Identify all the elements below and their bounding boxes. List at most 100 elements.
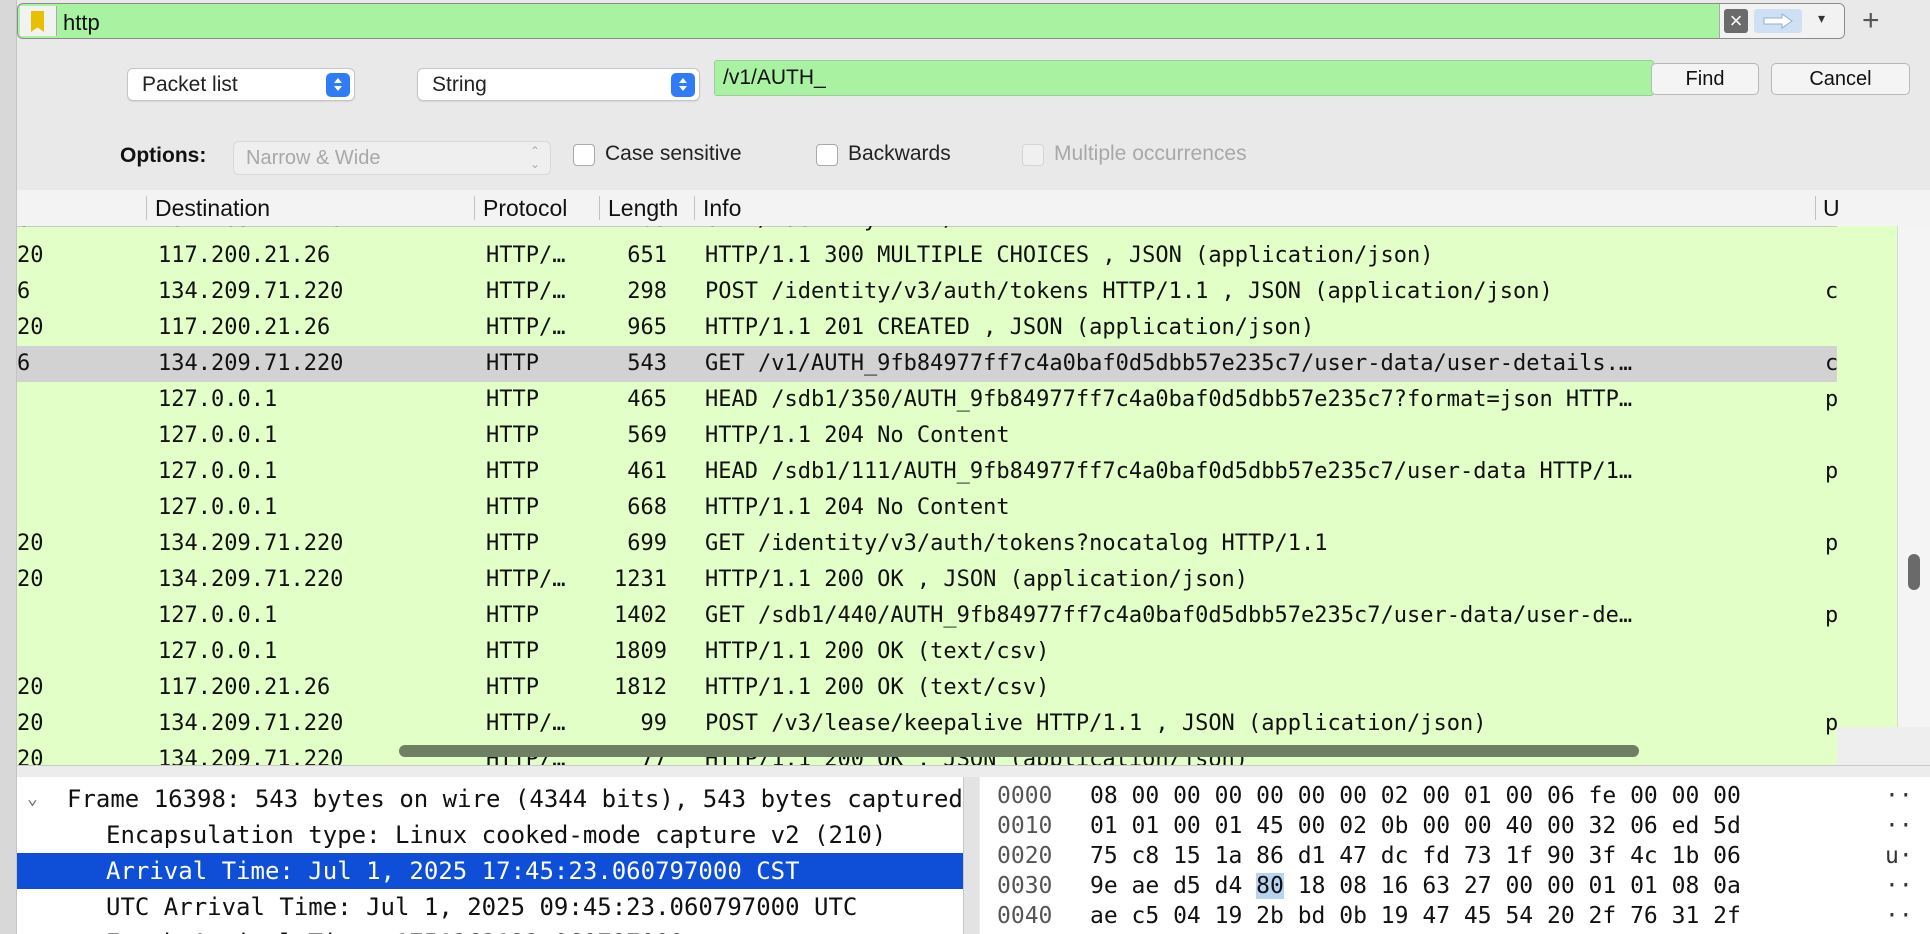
detail-row-arrival-time[interactable]: Arrival Time: Jul 1, 2025 17:45:23.06079… [17,853,963,889]
column-separator[interactable] [474,196,475,220]
hex-bytes[interactable]: 01 01 00 01 45 00 02 0b 00 00 40 00 32 0… [1090,811,1741,841]
detail-row-text: UTC Arrival Time: Jul 1, 2025 09:45:23.0… [106,893,858,921]
detail-row-text: Arrival Time: Jul 1, 2025 17:45:23.06079… [106,857,800,885]
find-packet-bar: Packet list String /v1/AUTH_ Find Cancel… [17,44,1930,194]
hex-bytes[interactable]: ae c5 04 19 2b bd 0b 19 47 45 54 20 2f 7… [1090,901,1741,931]
cell-protocol: HTTP [486,531,539,556]
hex-group: 9e ae d5 d4 [1090,873,1257,899]
pane-splitter[interactable] [964,777,979,934]
packet-row[interactable]: 127.0.0.1 HTTP 461 HEAD /sdb1/111/AUTH_9fb8… [17,454,1837,490]
case-sensitive-label[interactable]: Case sensitive [605,142,742,166]
bytes-row: 0000 08 00 00 00 00 00 00 02 00 01 00 06… [980,781,1930,811]
column-header-protocol[interactable]: Protocol [483,195,567,222]
multiple-occurrences-label: Multiple occurrences [1054,142,1247,165]
cell-protocol: HTTP [486,459,539,484]
cell-destination: 117.200.21.26 [158,675,331,700]
cell-length: 1402 [614,603,667,628]
cell-u: p [1825,711,1837,736]
packet-row[interactable]: 6 134.209.71.220 HTTP/… 298 POST /identity/v… [17,274,1837,310]
find-button[interactable]: Find [1651,63,1759,95]
detail-row-frame[interactable]: ⌄ Frame 16398: 543 bytes on wire (4344 b… [17,781,963,817]
packet-row-partial[interactable]: 6 134.209.71.220 HTTP 283 GET /identity … [17,226,1837,238]
ascii-bytes[interactable]: ·· [1885,901,1913,931]
search-input[interactable]: /v1/AUTH_ [714,60,1654,96]
vertical-scrollbar[interactable] [1897,226,1930,765]
packet-row[interactable]: 20 117.200.21.26 HTTP/… 965 HTTP/1.1 201 CRE… [17,310,1837,346]
column-separator[interactable] [1815,196,1816,220]
packet-row[interactable]: 127.0.0.1 HTTP 668 HTTP/1.1 204 No Content [17,490,1837,526]
cell-protocol: HTTP [486,675,539,700]
packet-row[interactable]: 20 134.209.71.220 HTTP/… 99 POST /v3/lease/k… [17,706,1837,742]
packet-row[interactable]: 20 134.209.71.220 HTTP/… 1231 HTTP/1.1 200 O… [17,562,1837,598]
column-header-u[interactable]: U [1823,195,1840,222]
hex-bytes[interactable]: 75 c8 15 1a 86 d1 47 dc fd 73 1f 90 3f 4… [1090,841,1741,871]
cell-info: GET /identity HTTP/1.1 [705,226,1815,238]
packet-bytes-pane[interactable]: 0000 08 00 00 00 00 00 00 02 00 01 00 06… [980,777,1930,934]
column-header-destination[interactable]: Destination [155,195,270,222]
packet-row[interactable]: 127.0.0.1 HTTP 1402 GET /sdb1/440/AUTH_9fb8… [17,598,1837,634]
hex-group: 63 27 00 00 01 01 08 0a [1422,873,1741,899]
hex-group: 75 c8 15 1a 86 d1 47 dc [1090,843,1409,869]
packet-list[interactable]: Destination Protocol Length Info U 6 134… [17,190,1930,765]
cell-length: 543 [627,351,667,376]
packet-row[interactable]: 20 117.200.21.26 HTTP 1812 HTTP/1.1 200 OK (… [17,670,1837,706]
packet-row[interactable]: 127.0.0.1 HTTP 1809 HTTP/1.1 200 OK (text/c… [17,634,1837,670]
case-sensitive-checkbox[interactable] [573,144,595,166]
column-separator[interactable] [146,196,147,220]
hex-group: 01 01 00 01 45 00 02 0b [1090,813,1409,839]
search-in-select[interactable]: Packet list [127,68,355,101]
display-filter-bar[interactable]: http × ▾ [17,3,1845,39]
cell-destination: 134.209.71.220 [158,351,344,376]
ascii-bytes[interactable]: ·· [1885,871,1913,901]
cell-info: GET /sdb1/440/AUTH_9fb84977ff7c4a0baf0d5… [705,603,1633,628]
packet-row[interactable]: 6 134.209.71.220 HTTP 543 GET /v1/AUTH_9fb84… [17,346,1837,382]
cell-destination: 127.0.0.1 [158,495,278,520]
filter-history-dropdown[interactable]: ▾ [1818,10,1825,27]
ascii-bytes[interactable]: u· [1885,841,1913,871]
vertical-scrollbar-thumb[interactable] [1908,554,1920,590]
filter-actions: × ▾ [1719,4,1844,38]
ascii-bytes[interactable]: ·· [1885,781,1913,811]
add-filter-button[interactable]: + [1862,3,1880,39]
chevron-down-icon[interactable]: ⌄ [27,781,38,817]
cell-no: 20 [17,711,44,736]
backwards-label[interactable]: Backwards [848,142,951,166]
cell-length: 298 [627,279,667,304]
packet-row[interactable]: 127.0.0.1 HTTP 569 HTTP/1.1 204 No Content [17,418,1837,454]
cell-destination: 134.209.71.220 [158,711,344,736]
column-header-info[interactable]: Info [703,195,741,222]
packet-row[interactable]: 20 134.209.71.220 HTTP 699 GET /identity/v3/… [17,526,1837,562]
hex-group: 00 00 40 00 32 06 ed 5d [1422,813,1741,839]
display-filter-input[interactable]: http [63,10,100,36]
packet-row[interactable]: 127.0.0.1 HTTP 465 HEAD /sdb1/350/AUTH_9fb8… [17,382,1837,418]
hex-bytes[interactable]: 9e ae d5 d4 80 18 08 16 63 27 00 00 01 0… [1090,871,1741,901]
horizontal-scrollbar-thumb[interactable] [399,745,1639,757]
cell-length: 1812 [614,675,667,700]
column-separator[interactable] [694,196,695,220]
cell-protocol: HTTP [486,387,539,412]
backwards-checkbox[interactable] [816,144,838,166]
cell-length: 465 [627,387,667,412]
cell-info: HTTP/1.1 200 OK (text/csv) [705,675,1050,700]
cell-length: 283 [605,226,667,238]
search-type-select[interactable]: String [417,68,700,101]
ascii-bytes[interactable]: ·· [1885,811,1913,841]
detail-row-utc-arrival[interactable]: UTC Arrival Time: Jul 1, 2025 09:45:23.0… [17,889,963,925]
packet-details-pane[interactable]: ⌄ Frame 16398: 543 bytes on wire (4344 b… [17,777,964,934]
clear-filter-button[interactable]: × [1724,9,1748,33]
cell-no: 20 [17,567,44,592]
apply-filter-button[interactable] [1754,9,1802,33]
cell-info: HTTP/1.1 200 OK , JSON (application/json… [705,567,1249,592]
hex-bytes[interactable]: 08 00 00 00 00 00 00 02 00 01 00 06 fe 0… [1090,781,1741,811]
column-header-length[interactable]: Length [608,195,701,222]
hex-group: 47 45 54 20 2f 76 31 2f [1422,903,1741,929]
cancel-button[interactable]: Cancel [1771,63,1910,95]
packet-row[interactable]: 20 117.200.21.26 HTTP/… 651 HTTP/1.1 300 MUL… [17,238,1837,274]
detail-row-encapsulation[interactable]: Encapsulation type: Linux cooked-mode ca… [17,817,963,853]
cell-u: p [1825,459,1837,484]
detail-row-epoch-arrival[interactable]: Epoch Arrival Time: 1751363123.060797000 [17,925,963,934]
filter-bookmark-button[interactable] [20,6,57,36]
highlighted-byte[interactable]: 80 [1256,873,1284,899]
column-separator[interactable] [599,196,600,220]
hex-group: 00 01 00 06 fe 00 00 00 [1422,783,1741,809]
